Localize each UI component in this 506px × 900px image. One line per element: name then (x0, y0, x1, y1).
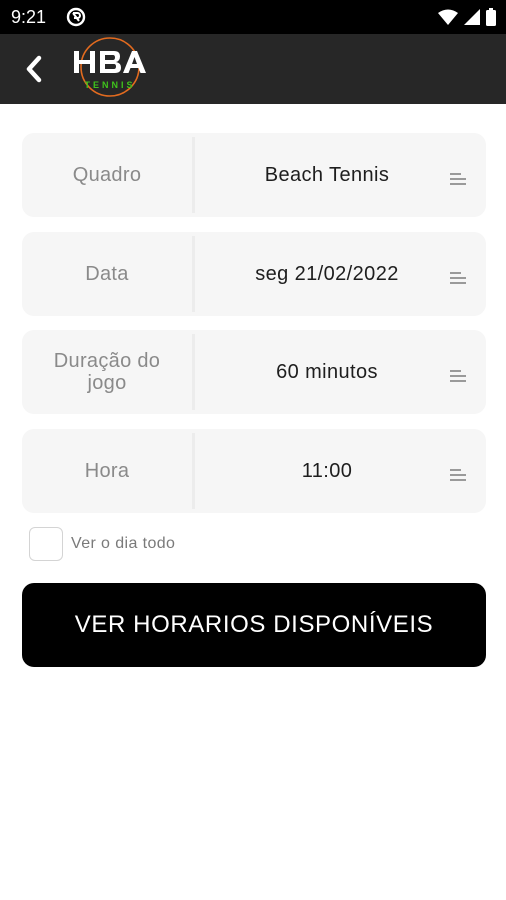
dropdown-menu-icon (450, 173, 466, 185)
all-day-checkbox-label[interactable]: Ver o dia todo (71, 535, 175, 553)
field-divider (192, 433, 195, 509)
all-day-checkbox[interactable] (29, 527, 63, 561)
field-label: Duração do jogo (53, 350, 161, 394)
field-duracao[interactable]: Duração do jogo 60 minutos (22, 330, 486, 414)
hba-tennis-logo: TENNIS (70, 37, 150, 101)
do-not-disturb-icon (66, 7, 86, 27)
wifi-icon (438, 9, 458, 25)
field-label: Data (85, 263, 129, 285)
status-bar: 9:21 (0, 0, 506, 34)
all-day-checkbox-row[interactable]: Ver o dia todo (29, 527, 175, 561)
signal-icon (464, 9, 480, 25)
back-button[interactable] (16, 51, 52, 87)
dropdown-menu-icon (450, 272, 466, 284)
field-divider (192, 236, 195, 312)
field-divider (192, 137, 195, 213)
field-value[interactable]: 11:00 (212, 429, 442, 513)
dropdown-menu-icon (450, 469, 466, 481)
field-divider (192, 334, 195, 410)
app-bar: TENNIS (0, 34, 506, 104)
svg-text:TENNIS: TENNIS (84, 80, 135, 90)
dropdown-menu-icon (450, 370, 466, 382)
field-value[interactable]: seg 21/02/2022 (212, 232, 442, 316)
battery-icon (486, 8, 496, 26)
field-data[interactable]: Data seg 21/02/2022 (22, 232, 486, 316)
field-hora[interactable]: Hora 11:00 (22, 429, 486, 513)
status-time: 9:21 (11, 7, 47, 27)
field-value[interactable]: 60 minutos (212, 330, 442, 414)
status-icons (438, 8, 496, 26)
field-value[interactable]: Beach Tennis (212, 133, 442, 217)
see-available-times-button[interactable]: VER HORARIOS DISPONÍVEIS (22, 583, 486, 667)
field-quadro[interactable]: Quadro Beach Tennis (22, 133, 486, 217)
field-label: Hora (84, 460, 130, 482)
chevron-left-icon (26, 55, 42, 83)
field-label: Quadro (72, 164, 142, 186)
